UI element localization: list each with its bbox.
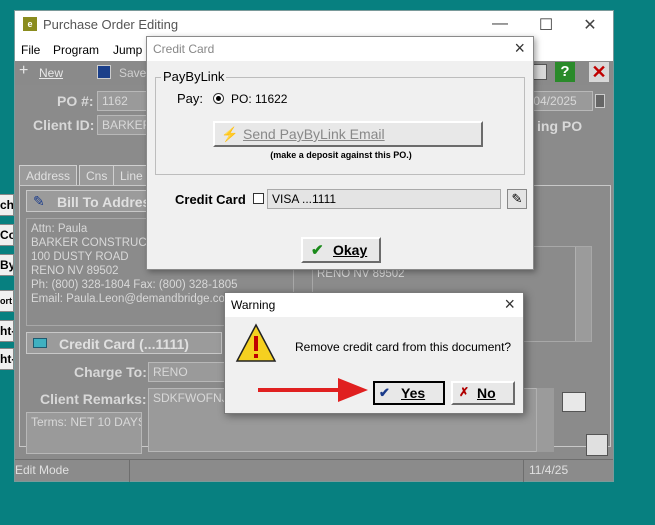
client-id-field[interactable]: BARKER — [97, 115, 149, 135]
tab-address[interactable]: Address — [19, 165, 78, 185]
new-button[interactable]: New — [39, 66, 63, 80]
status-mode: Edit Mode — [15, 463, 70, 477]
minimize-icon[interactable]: — — [485, 15, 515, 33]
edit-card-icon[interactable]: ✎ — [507, 189, 527, 209]
credit-card-label: Credit Card — [175, 192, 246, 207]
scrollbar[interactable] — [575, 247, 591, 341]
side-button-label: ht- — [0, 352, 14, 366]
bill-to-bar[interactable]: ✎ Bill To Address — [26, 190, 158, 212]
checkmark-icon: ✔ — [311, 242, 324, 259]
notes-icon[interactable] — [562, 392, 586, 412]
menu-jump[interactable]: Jump — [113, 43, 142, 57]
app-icon: e — [23, 17, 37, 31]
lightning-icon: ⚡ — [221, 126, 239, 142]
status-divider — [523, 460, 524, 482]
date-field[interactable]: /04/2025 — [525, 91, 593, 111]
credit-card-checkbox[interactable] — [253, 193, 264, 204]
no-label: No — [477, 385, 496, 401]
close-icon[interactable]: × — [504, 294, 515, 315]
charge-to-label: Charge To: — [74, 364, 147, 380]
send-note: (make a deposit against this PO.) — [270, 150, 412, 160]
title-bar: e Purchase Order Editing — ☐ ✕ — [15, 11, 613, 39]
help-icon[interactable]: ? — [555, 62, 575, 82]
address-line: 100 DUSTY ROAD — [31, 251, 129, 263]
cancel-icon: ✗ — [459, 385, 470, 399]
credit-card-label: Credit Card (...1111) — [59, 336, 189, 352]
checkmark-icon: ✔ — [379, 385, 390, 400]
pencil-icon: ✎ — [33, 193, 45, 209]
side-button-6[interactable]: ht- — [0, 348, 14, 370]
charge-to-field[interactable]: RENO — [148, 362, 228, 382]
side-button-label: ort — [0, 296, 12, 306]
send-paybylink-label: Send PayByLink Email — [243, 126, 385, 142]
credit-card-icon — [33, 338, 47, 348]
dialog-title-bar: Credit Card × — [147, 37, 533, 61]
credit-card-dialog: Credit Card × PayByLink Pay: PO: 11622 ⚡… — [146, 36, 534, 270]
po-side-label: ing PO — [537, 118, 583, 134]
close-icon[interactable]: ✕ — [575, 15, 605, 35]
pay-label: Pay: — [177, 91, 204, 106]
address-line: Email: Paula.Leon@demandbridge.co — [31, 293, 225, 305]
po-number-field[interactable]: 1162 — [97, 91, 149, 111]
client-remarks-label: Client Remarks: — [40, 391, 147, 407]
pay-option-label: PO: 11622 — [231, 92, 288, 106]
exit-icon[interactable]: ✕ — [589, 62, 609, 82]
window-title: Purchase Order Editing — [43, 17, 179, 32]
save-button[interactable]: Save — [119, 66, 146, 80]
side-button-label: By — [0, 258, 14, 272]
yes-label: Yes — [401, 385, 426, 401]
terms-box: Terms: NET 10 DAYS — [26, 412, 142, 454]
client-id-label: Client ID: — [33, 117, 95, 133]
calendar-icon[interactable] — [595, 94, 605, 108]
side-button-3[interactable]: By — [0, 254, 14, 276]
paybylink-group-label: PayByLink — [161, 69, 227, 84]
dialog-title-bar: Warning × — [225, 293, 523, 317]
address-line: RENO NV 89502 — [31, 265, 119, 277]
remarks-scrollbar[interactable] — [536, 388, 554, 452]
status-date: 11/4/25 — [529, 463, 569, 477]
send-paybylink-button[interactable]: ⚡ Send PayByLink Email — [213, 121, 483, 147]
radio-dot-icon — [216, 96, 221, 101]
credit-card-field[interactable]: VISA ...1111 — [267, 189, 501, 209]
plus-icon: + — [19, 62, 29, 79]
warning-icon — [235, 323, 277, 362]
tab-cns[interactable]: Cns — [79, 165, 115, 185]
menu-program[interactable]: Program — [53, 43, 99, 57]
save-icon — [97, 65, 111, 79]
side-button-label: ch — [0, 198, 14, 212]
side-button-4[interactable]: ort — [0, 290, 14, 312]
side-button-label: ht- — [0, 324, 14, 338]
side-button-2[interactable]: Co — [0, 224, 14, 246]
bill-to-label: Bill To Address — [57, 194, 159, 210]
annotation-arrow-icon — [258, 378, 368, 402]
side-button-label: Co — [0, 228, 13, 242]
address-line: BARKER CONSTRUCTI — [31, 237, 157, 249]
side-button-1[interactable]: ch — [0, 194, 14, 216]
status-divider — [129, 460, 130, 482]
address-line: Attn: Paula — [31, 223, 88, 235]
tab-line[interactable]: Line — [113, 165, 150, 185]
side-button-5[interactable]: ht- — [0, 320, 14, 342]
dialog-title: Credit Card — [153, 42, 215, 56]
dialog-title: Warning — [231, 298, 276, 312]
no-button[interactable]: ✗ No — [451, 381, 515, 405]
warning-message: Remove credit card from this document? — [295, 340, 512, 354]
status-bar: Edit Mode 11/4/25 — [15, 459, 613, 482]
maximize-icon[interactable]: ☐ — [531, 15, 561, 35]
address-line: Ph: (800) 328-1804 Fax: (800) 328-1805 — [31, 279, 238, 291]
okay-button[interactable]: ✔ Okay — [301, 237, 381, 263]
close-icon[interactable]: × — [514, 38, 525, 59]
pay-radio[interactable] — [213, 93, 224, 104]
yes-button[interactable]: ✔ Yes — [373, 381, 445, 405]
po-label: PO #: — [57, 93, 94, 109]
okay-label: Okay — [333, 242, 368, 258]
edit-icon[interactable] — [586, 434, 608, 456]
credit-card-bar[interactable]: Credit Card (...1111) — [26, 332, 222, 354]
menu-file[interactable]: File — [21, 43, 40, 57]
